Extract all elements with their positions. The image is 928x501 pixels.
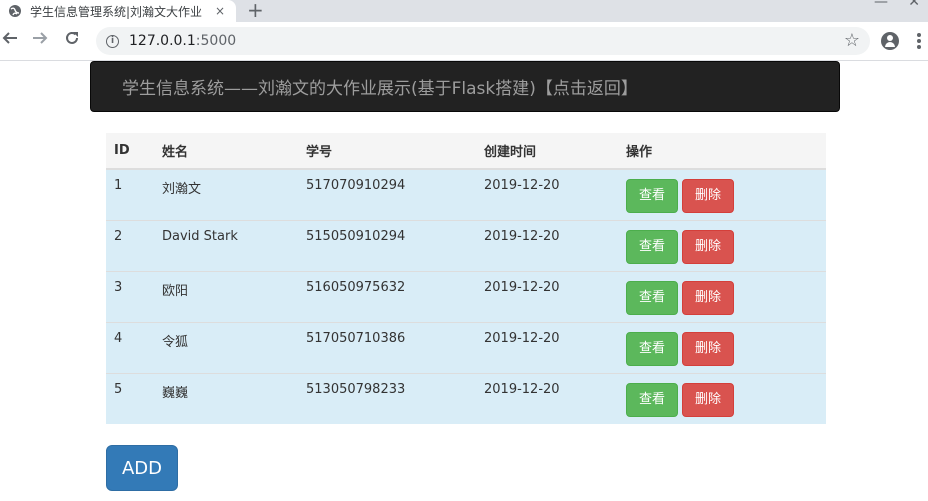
window-close-icon[interactable]: ✕ [908, 0, 920, 10]
cell-student-no: 517070910294 [298, 169, 476, 220]
cell-id: 3 [106, 270, 154, 322]
header-created: 创建时间 [476, 133, 618, 170]
window-minimize-icon[interactable]: — [874, 0, 888, 10]
cell-name: David Stark [154, 219, 298, 271]
header-student-no: 学号 [298, 133, 476, 170]
header-id: ID [106, 133, 154, 170]
cell-created: 2019-12-20 [476, 270, 618, 322]
table-row: 1 刘瀚文 517070910294 2019-12-20 查看 删除 [106, 169, 826, 220]
forward-icon[interactable] [32, 30, 48, 51]
table-row: 2 David Stark 515050910294 2019-12-20 查看… [106, 219, 826, 271]
navbar: 学生信息系统——刘瀚文的大作业展示(基于Flask搭建)【点击返回】 [90, 61, 840, 112]
browser-tab[interactable]: 学生信息管理系统|刘瀚文大作业 × [0, 0, 236, 22]
student-table: ID 姓名 学号 创建时间 操作 1 刘瀚文 517070910294 2019… [106, 133, 826, 424]
bookmark-star-icon[interactable]: ☆ [844, 30, 860, 51]
cell-created: 2019-12-20 [476, 219, 618, 271]
cell-id: 1 [106, 169, 154, 220]
table-row: 5 巍巍 513050798233 2019-12-20 查看 删除 [106, 372, 826, 424]
delete-button[interactable]: 删除 [682, 280, 735, 315]
url-host: 127.0.0.1 [129, 33, 196, 49]
table-row: 4 令狐 517050710386 2019-12-20 查看 删除 [106, 321, 826, 373]
table-header-row: ID 姓名 学号 创建时间 操作 [106, 133, 826, 170]
cell-id: 5 [106, 372, 154, 424]
view-button[interactable]: 查看 [626, 280, 679, 315]
cell-name: 巍巍 [154, 372, 298, 424]
cell-student-no: 515050910294 [298, 219, 476, 271]
view-button[interactable]: 查看 [626, 229, 679, 264]
cell-actions: 查看 删除 [618, 372, 826, 424]
navbar-brand-link[interactable]: 学生信息系统——刘瀚文的大作业展示(基于Flask搭建)【点击返回】 [122, 74, 638, 99]
delete-button[interactable]: 删除 [682, 382, 735, 417]
browser-tabstrip: 学生信息管理系统|刘瀚文大作业 × + — ✕ [0, 0, 928, 22]
cell-student-no: 516050975632 [298, 270, 476, 322]
view-button[interactable]: 查看 [626, 382, 679, 417]
cell-student-no: 517050710386 [298, 321, 476, 373]
new-tab-button[interactable]: + [247, 0, 264, 22]
header-name: 姓名 [154, 133, 298, 170]
cell-actions: 查看 删除 [618, 219, 826, 271]
globe-icon [8, 4, 22, 18]
info-icon[interactable]: i [106, 34, 119, 48]
cell-actions: 查看 删除 [618, 270, 826, 322]
cell-name: 刘瀚文 [154, 169, 298, 220]
address-bar[interactable]: i 127.0.0.1:5000 ☆ [96, 27, 870, 55]
cell-name: 欧阳 [154, 270, 298, 322]
account-icon[interactable] [881, 32, 899, 50]
delete-button[interactable]: 删除 [682, 179, 735, 213]
cell-name: 令狐 [154, 321, 298, 373]
browser-toolbar: i 127.0.0.1:5000 ☆ [0, 22, 928, 61]
view-button[interactable]: 查看 [626, 331, 679, 366]
reload-icon[interactable] [64, 30, 80, 51]
add-button[interactable]: ADD [106, 445, 178, 491]
view-button[interactable]: 查看 [626, 179, 679, 213]
cell-created: 2019-12-20 [476, 321, 618, 373]
menu-icon[interactable] [917, 33, 921, 51]
url-text: 127.0.0.1:5000 [129, 33, 236, 49]
cell-actions: 查看 删除 [618, 169, 826, 220]
cell-created: 2019-12-20 [476, 372, 618, 424]
delete-button[interactable]: 删除 [682, 331, 735, 366]
cell-id: 2 [106, 219, 154, 271]
back-icon[interactable] [2, 30, 18, 51]
cell-created: 2019-12-20 [476, 169, 618, 220]
tab-title: 学生信息管理系统|刘瀚文大作业 [30, 4, 203, 19]
delete-button[interactable]: 删除 [682, 229, 735, 264]
cell-id: 4 [106, 321, 154, 373]
cell-actions: 查看 删除 [618, 321, 826, 373]
header-actions: 操作 [618, 133, 826, 170]
table-row: 3 欧阳 516050975632 2019-12-20 查看 删除 [106, 270, 826, 322]
cell-student-no: 513050798233 [298, 372, 476, 424]
tab-close-icon[interactable]: × [215, 4, 225, 18]
url-port: :5000 [195, 33, 237, 49]
